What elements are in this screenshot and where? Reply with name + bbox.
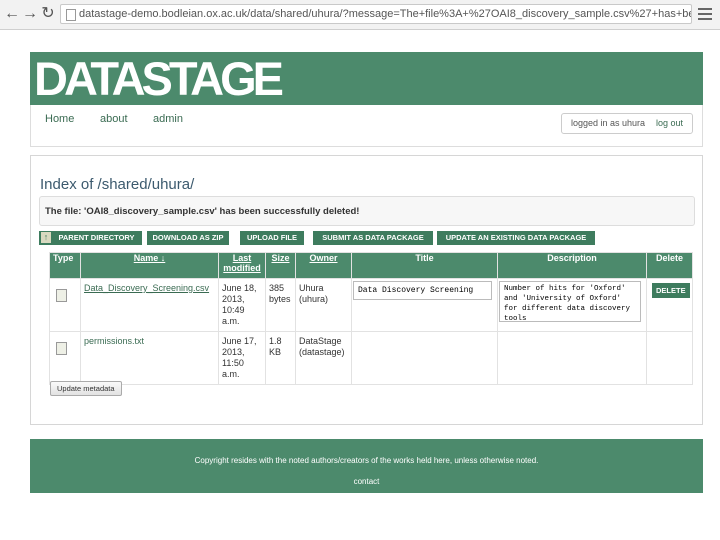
col-delete: Delete — [646, 252, 693, 279]
forward-arrow-icon[interactable]: → — [22, 6, 38, 22]
browser-toolbar: ← → ↻ datastage-demo.bodleian.ox.ac.uk/d… — [0, 0, 720, 30]
col-size-sort[interactable]: Size — [265, 252, 296, 279]
col-description: Description — [497, 252, 647, 279]
delete-cell: DELETE — [646, 278, 693, 332]
file-link[interactable]: permissions.txt — [84, 336, 144, 346]
copyright-text: Copyright resides with the noted authors… — [194, 456, 539, 465]
size-cell: 1.8 KB — [265, 331, 296, 385]
nav-about[interactable]: about — [100, 113, 128, 125]
contact-link[interactable]: contact — [30, 477, 703, 486]
update-package-button[interactable]: UPDATE AN EXISTING DATA PACKAGE — [437, 231, 595, 245]
reload-icon[interactable]: ↻ — [40, 6, 56, 22]
site-header: DATASTAGE — [30, 52, 703, 105]
description-textarea[interactable]: Number of hits for 'Oxford' and 'Univers… — [499, 281, 641, 322]
file-link[interactable]: Data_Discovery_Screening.csv — [84, 283, 209, 293]
owner-cell: DataStage (datastage) — [295, 331, 352, 385]
folder-up-icon: ↑ — [41, 232, 51, 243]
url-text: datastage-demo.bodleian.ox.ac.uk/data/sh… — [79, 8, 691, 20]
size-cell: 385 bytes — [265, 278, 296, 332]
upload-file-button[interactable]: UPLOAD FILE — [240, 231, 304, 245]
table-header-row: Type Name ↓ Last modified Size Owner Tit… — [49, 252, 693, 279]
main-nav: Home about admin logged in as uhura log … — [30, 105, 703, 147]
nav-admin[interactable]: admin — [153, 113, 183, 125]
site-footer: Copyright resides with the noted authors… — [30, 439, 703, 493]
owner-cell: Uhura (uhura) — [295, 278, 352, 332]
name-cell: permissions.txt — [80, 331, 219, 385]
address-bar[interactable]: datastage-demo.bodleian.ox.ac.uk/data/sh… — [60, 4, 692, 24]
file-icon — [56, 342, 67, 355]
type-cell — [49, 278, 81, 332]
file-icon — [56, 289, 67, 302]
title-cell — [351, 331, 498, 385]
nav-home[interactable]: Home — [45, 113, 74, 125]
modified-cell: June 17, 2013, 11:50 a.m. — [218, 331, 266, 385]
modified-cell: June 18, 2013, 10:49 a.m. — [218, 278, 266, 332]
description-cell: Number of hits for 'Oxford' and 'Univers… — [497, 278, 647, 332]
update-metadata-button[interactable]: Update metadata — [50, 381, 122, 396]
browser-menu-icon[interactable] — [698, 8, 712, 20]
col-type: Type — [49, 252, 81, 279]
download-zip-button[interactable]: DOWNLOAD AS ZIP — [147, 231, 229, 245]
col-modified-sort[interactable]: Last modified — [218, 252, 266, 279]
page-title: Index of /shared/uhura/ — [40, 176, 195, 193]
title-input[interactable] — [353, 281, 492, 300]
type-cell — [49, 331, 81, 385]
login-status: logged in as uhura log out — [561, 113, 693, 134]
delete-button[interactable]: DELETE — [652, 283, 690, 298]
logged-in-text: logged in as uhura — [571, 118, 646, 128]
delete-cell — [646, 331, 693, 385]
parent-directory-button[interactable]: ↑ PARENT DIRECTORY — [39, 231, 142, 245]
col-owner-sort[interactable]: Owner — [295, 252, 352, 279]
file-table: Type Name ↓ Last modified Size Owner Tit… — [49, 252, 693, 385]
col-title: Title — [351, 252, 498, 279]
table-row: Data_Discovery_Screening.csv June 18, 20… — [49, 278, 693, 332]
logout-link[interactable]: log out — [656, 114, 683, 133]
name-cell: Data_Discovery_Screening.csv — [80, 278, 219, 332]
content-panel: Index of /shared/uhura/ The file: 'OAI8_… — [30, 155, 703, 425]
title-cell — [351, 278, 498, 332]
table-row: permissions.txt June 17, 2013, 11:50 a.m… — [49, 331, 693, 385]
page-icon — [66, 9, 76, 21]
site-logo[interactable]: DATASTAGE — [34, 52, 284, 105]
col-name-sort[interactable]: Name ↓ — [80, 252, 219, 279]
submit-package-button[interactable]: SUBMIT AS DATA PACKAGE — [313, 231, 433, 245]
description-cell — [497, 331, 647, 385]
parent-directory-label: PARENT DIRECTORY — [58, 233, 135, 242]
status-message: The file: 'OAI8_discovery_sample.csv' ha… — [39, 196, 695, 226]
back-arrow-icon[interactable]: ← — [4, 6, 20, 22]
